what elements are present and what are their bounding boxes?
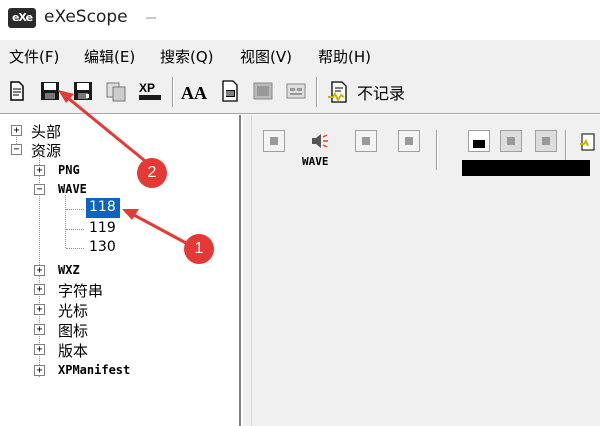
annotation-arrows: [58, 90, 187, 245]
annotation-badge-2: 2: [137, 158, 167, 188]
annotation-badge-1: 1: [184, 234, 214, 264]
